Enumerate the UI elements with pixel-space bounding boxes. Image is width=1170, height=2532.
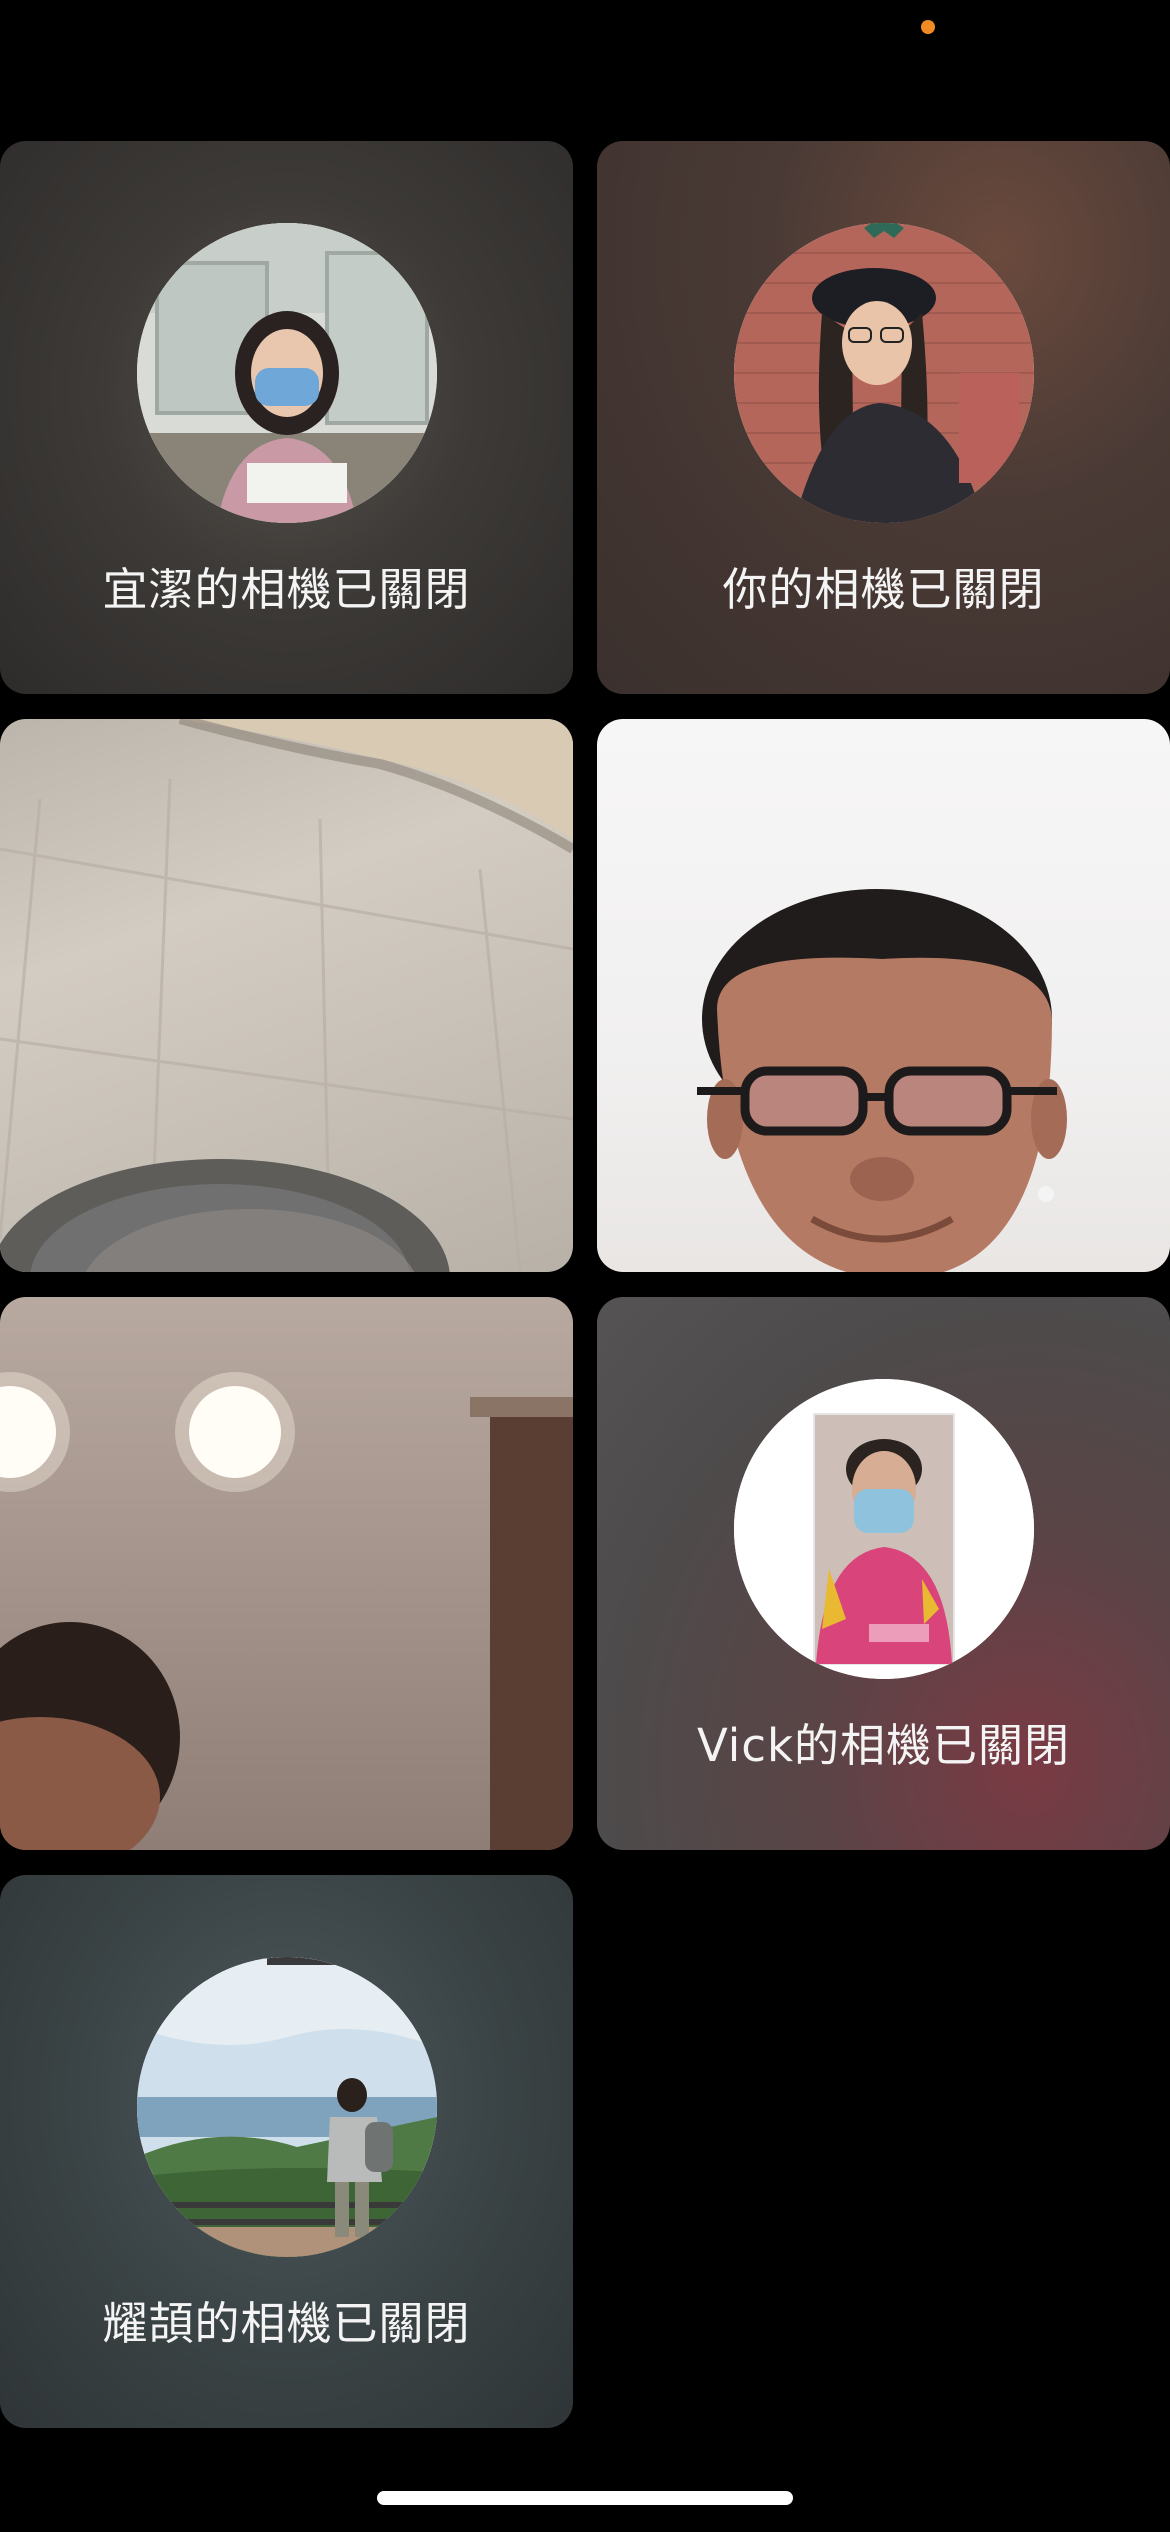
participant-tile-2[interactable]: 你的相機已關閉 <box>597 141 1170 694</box>
participant-video-tile-5[interactable] <box>0 1297 573 1850</box>
participant-tile-6[interactable]: Vick的相機已關閉 <box>597 1297 1170 1850</box>
video-call-grid-screen: 宜潔的相機已關閉 你的相機已關閉 Vick的相機已關閉 耀頡的相機已關閉 <box>0 0 1170 2532</box>
video-feed <box>0 719 573 1272</box>
camera-off-label: 你的相機已關閉 <box>722 563 1045 616</box>
participant-avatar <box>137 1957 437 2257</box>
camera-off-label: 宜潔的相機已關閉 <box>102 563 471 616</box>
participant-avatar <box>734 1379 1034 1679</box>
video-feed <box>0 1372 573 1850</box>
video-feed <box>697 889 1067 1272</box>
participant-tile-7[interactable]: 耀頡的相機已關閉 <box>0 1875 573 2428</box>
home-indicator[interactable] <box>377 2491 793 2505</box>
participant-avatar <box>137 223 437 523</box>
camera-off-label: Vick的相機已關閉 <box>696 1719 1071 1772</box>
participant-avatar <box>734 223 1034 523</box>
participant-video-tile-3[interactable] <box>0 719 573 1272</box>
camera-off-label: 耀頡的相機已關閉 <box>102 2297 471 2350</box>
participant-tile-1[interactable]: 宜潔的相機已關閉 <box>0 141 573 694</box>
status-indicator-dot <box>921 20 935 34</box>
participant-video-tile-4[interactable] <box>597 719 1170 1272</box>
